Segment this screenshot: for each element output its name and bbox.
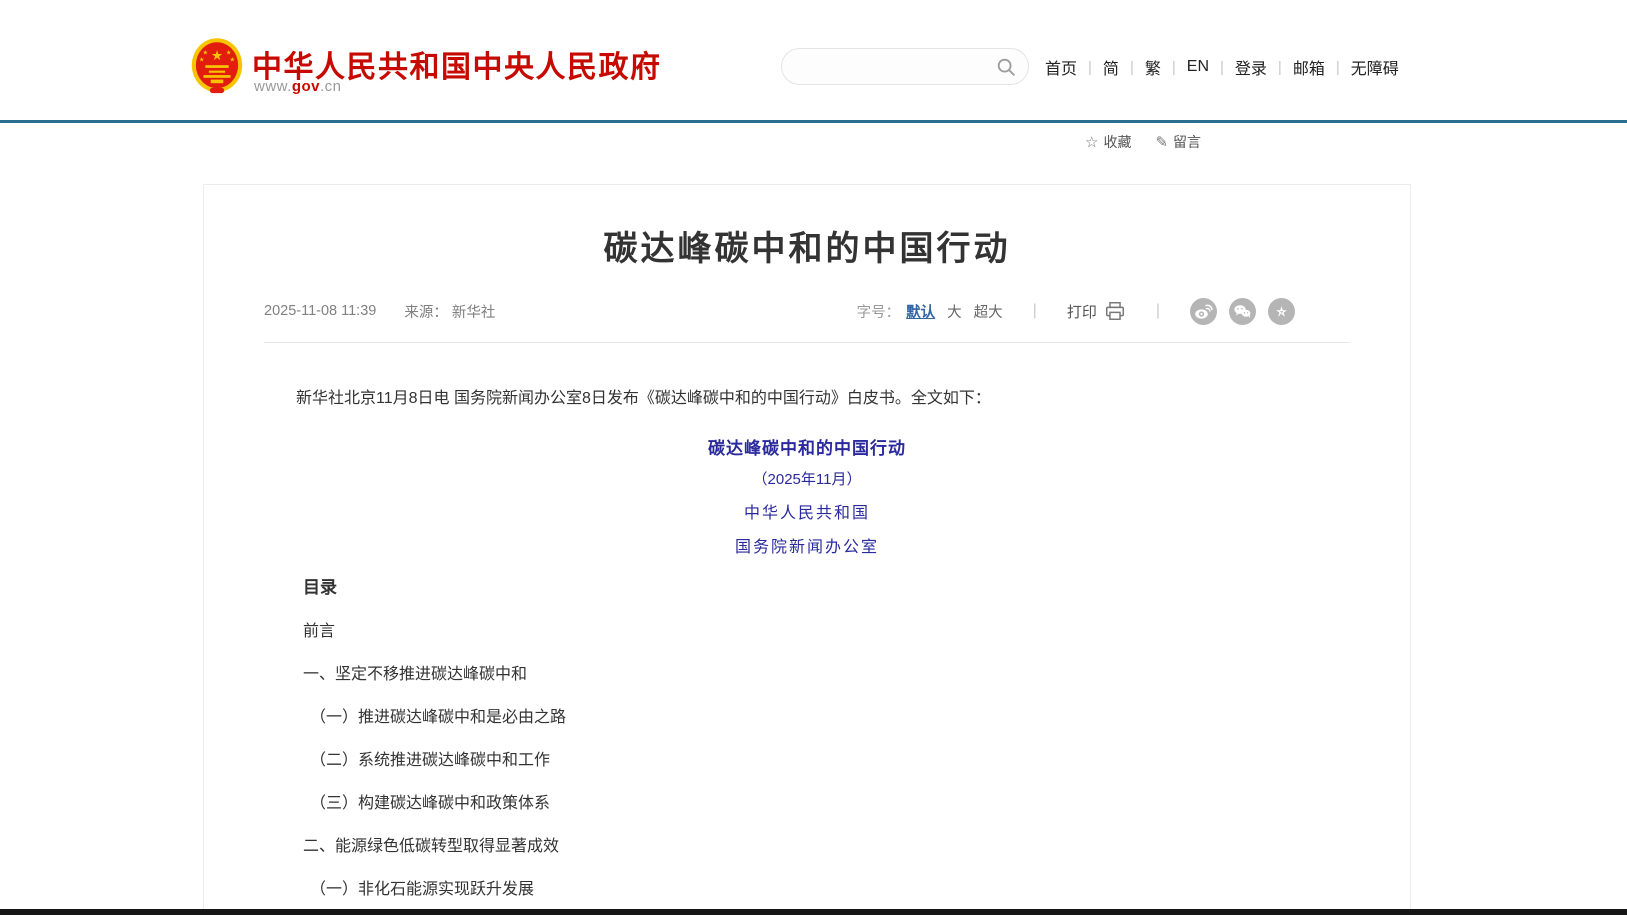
toolbar-separator: | [1156, 302, 1160, 320]
search-icon[interactable] [995, 56, 1017, 78]
toc-item-sec1-2: （二）系统推进碳达峰碳中和工作 [264, 751, 1350, 770]
article-toolbar: 字号： 默认 大 超大 | 打印 | [857, 298, 1295, 325]
source-label: 来源： [404, 301, 448, 322]
source-value[interactable]: 新华社 [452, 301, 496, 322]
article-meta: 2025-11-08 11:39 来源： 新华社 [264, 301, 495, 322]
toc-heading: 目录 [264, 577, 1350, 598]
qzone-star-share-icon[interactable]: ★ z [1268, 298, 1295, 325]
header-divider-line [0, 120, 1627, 123]
toc-item-section1: 一、坚定不移推进碳达峰碳中和 [264, 665, 1350, 684]
nav-separator: | [1220, 59, 1224, 76]
article-date: 2025-11-08 11:39 [264, 303, 376, 319]
viewport-bottom-bar [0, 909, 1627, 915]
national-emblem-logo: ★ ★ ★ ★ ★ [190, 38, 244, 96]
site-url-cn: .cn [320, 78, 342, 95]
pencil-icon: ✎ [1155, 133, 1168, 151]
site-url-www: www. [254, 78, 292, 95]
document-org-line2: 国务院新闻办公室 [264, 533, 1350, 557]
nav-home[interactable]: 首页 [1045, 55, 1077, 79]
fontsize-label: 字号： [857, 301, 901, 322]
site-url: www.gov.cn [254, 78, 342, 95]
toc-item-sec2-1: （一）非化石能源实现跃升发展 [264, 880, 1350, 899]
svg-text:z: z [1280, 308, 1284, 317]
print-button[interactable]: 打印 [1067, 300, 1126, 322]
wechat-share-icon[interactable] [1229, 298, 1256, 325]
nav-traditional[interactable]: 繁 [1145, 55, 1161, 79]
weibo-share-icon[interactable] [1190, 298, 1217, 325]
nav-separator: | [1172, 59, 1176, 76]
favorite-label: 收藏 [1103, 132, 1131, 152]
toc-item-sec1-3: （三）构建碳达峰碳中和政策体系 [264, 794, 1350, 813]
article-card: 碳达峰碳中和的中国行动 2025-11-08 11:39 来源： 新华社 字号：… [203, 184, 1411, 915]
document-org-line1: 中华人民共和国 [264, 499, 1350, 523]
page-actions: ☆ 收藏 ✎ 留言 [1085, 132, 1201, 152]
nav-separator: | [1130, 59, 1134, 76]
document-date: （2025年11月） [264, 468, 1350, 489]
nav-english[interactable]: EN [1187, 58, 1209, 76]
comment-label: 留言 [1173, 132, 1201, 152]
document-title: 碳达峰碳中和的中国行动 [264, 434, 1350, 459]
toc-item-sec1-1: （一）推进碳达峰碳中和是必由之路 [264, 708, 1350, 727]
printer-icon [1104, 300, 1126, 322]
article-title: 碳达峰碳中和的中国行动 [264, 221, 1350, 265]
search-box [781, 48, 1029, 85]
favorite-button[interactable]: ☆ 收藏 [1085, 132, 1131, 152]
search-input[interactable] [798, 49, 988, 84]
nav-mail[interactable]: 邮箱 [1293, 55, 1325, 79]
nav-separator: | [1088, 59, 1092, 76]
article-source: 来源： 新华社 [404, 301, 495, 322]
top-navigation: 首页 | 简 | 繁 | EN | 登录 | 邮箱 | 无障碍 [1045, 55, 1399, 79]
svg-text:★: ★ [229, 57, 235, 64]
svg-text:★: ★ [199, 57, 205, 64]
article-meta-row: 2025-11-08 11:39 来源： 新华社 字号： 默认 大 超大 | 打… [264, 300, 1350, 322]
svg-text:★: ★ [226, 49, 232, 56]
nav-login[interactable]: 登录 [1235, 55, 1267, 79]
toc-item-preface: 前言 [264, 622, 1350, 641]
nav-separator: | [1336, 59, 1340, 76]
star-icon: ☆ [1085, 133, 1098, 151]
fontsize-xlarge-button[interactable]: 超大 [974, 301, 1003, 322]
toc-item-section2: 二、能源绿色低碳转型取得显著成效 [264, 837, 1350, 856]
fontsize-default-button[interactable]: 默认 [906, 301, 935, 322]
fontsize-large-button[interactable]: 大 [947, 301, 962, 322]
print-label: 打印 [1067, 301, 1097, 322]
site-url-gov: gov [292, 78, 320, 95]
article-lead-paragraph: 新华社北京11月8日电 国务院新闻办公室8日发布《碳达峰碳中和的中国行动》白皮书… [264, 389, 1350, 408]
svg-text:★: ★ [202, 49, 208, 56]
site-header: ★ ★ ★ ★ ★ 中华人民共和国中央人民政府 www.gov.cn 首页 | … [0, 0, 1627, 121]
nav-simplified[interactable]: 简 [1103, 55, 1119, 79]
comment-button[interactable]: ✎ 留言 [1155, 132, 1201, 152]
toolbar-separator: | [1033, 302, 1037, 320]
nav-accessibility[interactable]: 无障碍 [1351, 55, 1399, 79]
svg-text:★: ★ [211, 48, 223, 63]
meta-divider-line [264, 342, 1350, 343]
nav-separator: | [1278, 59, 1282, 76]
share-buttons: ★ z [1190, 298, 1295, 325]
